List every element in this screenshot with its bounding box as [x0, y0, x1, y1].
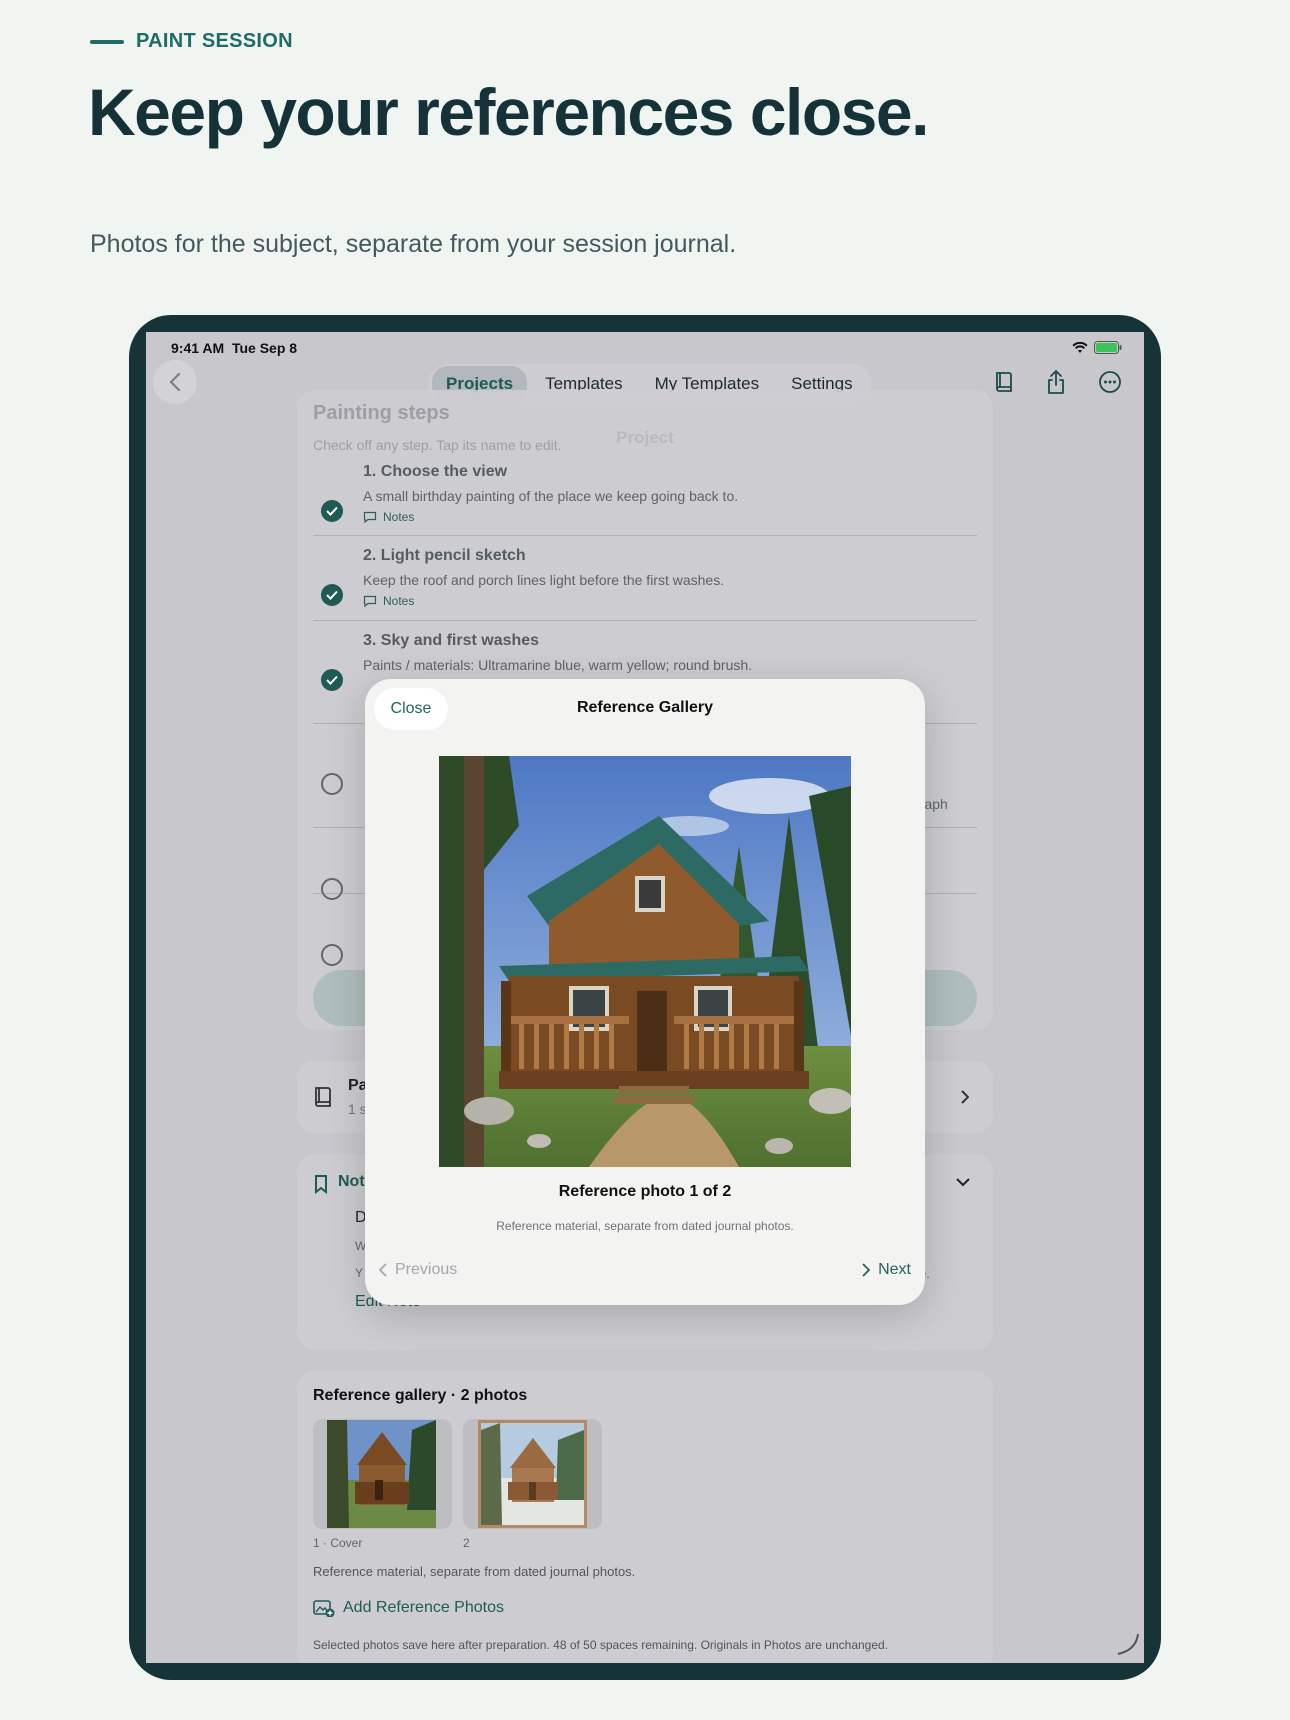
comment-icon [363, 595, 377, 607]
step-desc: Keep the roof and porch lines light befo… [363, 572, 725, 588]
more-button[interactable] [1088, 360, 1132, 404]
next-button[interactable]: Next [862, 1261, 911, 1279]
chevron-left-icon [169, 372, 181, 392]
unchecked-circle-icon[interactable] [321, 944, 343, 966]
ellipsis-circle-icon [1099, 371, 1121, 393]
chevron-left-icon [379, 1263, 387, 1277]
gallery-caption: Reference material, separate from dated … [313, 1564, 636, 1579]
divider [313, 620, 977, 621]
step-notes[interactable]: Notes [363, 594, 414, 608]
chevron-right-icon [961, 1090, 969, 1104]
step-desc: A small birthday painting of the place w… [363, 488, 739, 504]
divider [313, 535, 977, 536]
modal-caption: Reference photo 1 of 2 [558, 1183, 732, 1200]
unchecked-circle-icon[interactable] [321, 773, 343, 795]
chevron-down-icon[interactable] [956, 1178, 970, 1187]
add-reference-photos-button[interactable]: Add Reference Photos [313, 1599, 504, 1617]
battery-icon [1094, 341, 1122, 354]
status-time: 9:41 AM Tue Sep 8 [171, 340, 298, 356]
status-icons [1072, 341, 1122, 354]
gallery-title: Reference gallery · 2 photos [313, 1387, 528, 1404]
gallery-thumb-2[interactable] [463, 1419, 602, 1529]
eyebrow-bar [90, 39, 124, 44]
thumb-label: 1 · Cover [313, 1536, 363, 1550]
comment-icon [363, 511, 377, 523]
book-icon [996, 372, 1012, 392]
modal-subcaption: Reference material, separate from dated … [496, 1219, 794, 1233]
reference-gallery-card: Reference gallery · 2 photos 1 · Cover 2… [297, 1371, 993, 1663]
status-bar: 9:41 AM Tue Sep 8 [146, 332, 1144, 364]
checkmark-icon[interactable] [321, 669, 343, 691]
checkmark-icon[interactable] [321, 584, 343, 606]
notes-line: Y [355, 1266, 364, 1280]
resize-handle-icon[interactable] [1116, 1632, 1140, 1656]
book-icon [315, 1087, 331, 1107]
gallery-footer: Selected photos save here after preparat… [313, 1638, 889, 1652]
ipad-screen: 9:41 AM Tue Sep 8 Projects Templates My … [146, 332, 1144, 1663]
add-photo-icon [313, 1600, 335, 1617]
notes-title: Not [338, 1173, 365, 1190]
step-notes[interactable]: Notes [363, 510, 414, 524]
steps-hint: Check off any step. Tap its name to edit… [313, 437, 562, 453]
steps-heading: Painting steps [313, 402, 450, 424]
reference-gallery-modal: Close Reference Gallery Reference photo … [365, 679, 925, 1305]
headline: Keep your references close. [88, 75, 929, 149]
back-button[interactable] [153, 360, 197, 404]
share-icon [1048, 370, 1064, 394]
subheadline: Photos for the subject, separate from yo… [90, 230, 737, 258]
eyebrow-text: PAINT SESSION [136, 30, 293, 52]
step-title[interactable]: 1. Choose the view [363, 463, 507, 481]
unchecked-circle-icon[interactable] [321, 878, 343, 900]
step-title[interactable]: 3. Sky and first washes [363, 632, 539, 650]
previous-button[interactable]: Previous [379, 1261, 457, 1279]
share-button[interactable] [1034, 360, 1078, 404]
eyebrow: PAINT SESSION [90, 30, 293, 53]
modal-title: Reference Gallery [576, 699, 714, 716]
reference-photo [439, 756, 851, 1167]
chevron-right-icon [862, 1263, 871, 1277]
checkmark-icon[interactable] [321, 500, 343, 522]
step-desc: Paints / materials: Ultramarine blue, wa… [363, 657, 753, 673]
thumb-label: 2 [463, 1536, 470, 1550]
step-title[interactable]: 2. Light pencil sketch [363, 547, 526, 565]
bookmark-icon [315, 1175, 327, 1194]
journal-sub: 1 s [348, 1101, 367, 1117]
gallery-thumb-1[interactable] [313, 1419, 452, 1529]
wifi-icon [1072, 341, 1088, 353]
